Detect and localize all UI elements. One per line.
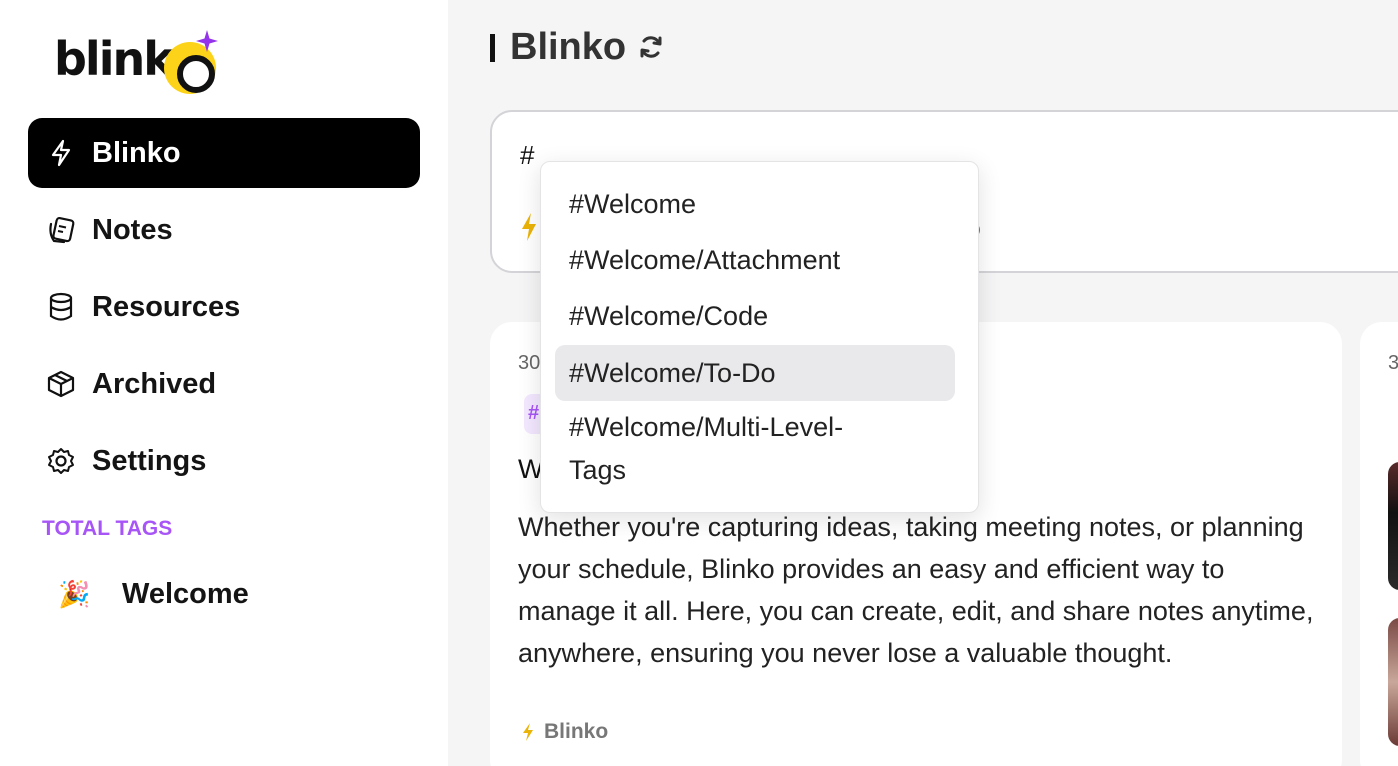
tag-suggestion-item[interactable]: #Welcome/Attachment xyxy=(555,238,955,282)
page-title: Blinko xyxy=(510,26,627,68)
sidebar-item-label: Notes xyxy=(92,213,173,246)
bolt-icon xyxy=(523,723,533,741)
tag-suggestion-item-selected[interactable]: #Welcome/To-Do xyxy=(555,345,955,401)
tag-suggestions-dropdown: #Welcome #Welcome/Attachment #Welcome/Co… xyxy=(540,161,979,513)
sidebar-item-label: Blinko xyxy=(92,136,181,169)
sidebar-item-archived[interactable]: Archived xyxy=(28,349,420,419)
archive-box-icon xyxy=(46,369,76,399)
tag-suggestion-item[interactable]: #Welcome xyxy=(555,182,955,226)
sidebar-item-label: Archived xyxy=(92,367,217,400)
bolt-icon[interactable] xyxy=(520,212,538,242)
tag-suggestion-item[interactable]: #Welcome/Code xyxy=(555,294,955,338)
refresh-icon[interactable] xyxy=(636,31,666,63)
sidebar-item-label: Settings xyxy=(92,444,207,477)
tag-item-welcome[interactable]: 🎉 Welcome xyxy=(58,570,249,618)
note-date: 30 xyxy=(518,352,541,374)
sidebar-item-resources[interactable]: Resources xyxy=(28,272,420,342)
bolt-icon xyxy=(46,138,76,168)
party-popper-icon: 🎉 xyxy=(58,578,91,609)
notes-icon xyxy=(46,215,76,245)
tag-suggestion-item[interactable]: #Welcome/Multi-Level-Tags xyxy=(555,406,895,492)
total-tags-heading: TOTAL TAGS xyxy=(42,517,173,540)
sidebar: blink Blinko Notes Resources Archived Se… xyxy=(0,0,448,766)
header-accent-bar xyxy=(490,34,495,62)
editor-input-text[interactable]: # xyxy=(520,140,534,171)
tag-label: Welcome xyxy=(122,577,249,610)
note-footer: Blinko xyxy=(522,720,608,744)
gear-icon xyxy=(46,446,76,476)
note-body: Whether you're capturing ideas, taking m… xyxy=(518,512,1314,668)
note-image-thumbnail[interactable] xyxy=(1388,618,1398,746)
sidebar-item-blinko[interactable]: Blinko xyxy=(28,118,420,188)
sparkle-icon xyxy=(196,30,218,52)
note-footer-label: Blinko xyxy=(544,720,609,743)
sidebar-item-notes[interactable]: Notes xyxy=(28,195,420,265)
note-card-partial[interactable]: 3 xyxy=(1360,322,1398,766)
blinko-logo[interactable]: blink xyxy=(54,26,234,96)
database-icon xyxy=(46,292,76,322)
note-date: 3 xyxy=(1388,352,1398,374)
sidebar-item-label: Resources xyxy=(92,290,241,323)
logo-text: blink xyxy=(54,32,174,86)
note-image-thumbnail[interactable] xyxy=(1388,462,1398,590)
sidebar-item-settings[interactable]: Settings xyxy=(28,426,420,496)
